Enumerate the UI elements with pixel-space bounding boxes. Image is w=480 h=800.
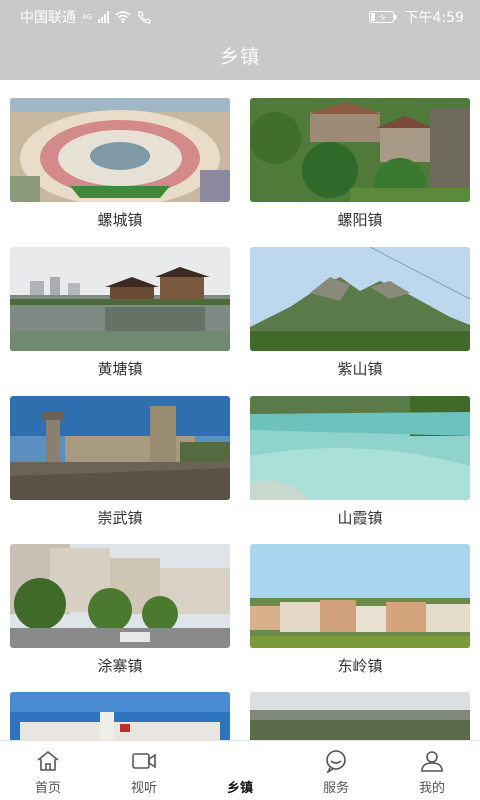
town-card-10[interactable] (250, 692, 470, 740)
town-card-luoyang[interactable]: 螺阳镇 (250, 98, 470, 230)
town-card-zishan[interactable]: 紫山镇 (250, 247, 470, 379)
town-name: 螺阳镇 (337, 211, 383, 229)
call-icon (138, 10, 151, 24)
page-title: 乡镇 (219, 46, 260, 68)
town-photo (10, 544, 230, 648)
town-name: 螺城镇 (97, 211, 143, 229)
battery-icon (368, 11, 397, 23)
town-photo (250, 247, 470, 351)
town-photo (250, 544, 470, 648)
town-name: 紫山镇 (337, 360, 383, 378)
tab-label: 我的 (418, 781, 445, 796)
user-icon (421, 751, 443, 772)
home-icon (37, 750, 59, 771)
carrier-name: 中国联通 (20, 10, 76, 26)
top-header: 中国联通 4G 下午4:59 乡镇 (0, 0, 480, 80)
tab-home[interactable]: 首页 (0, 741, 96, 800)
tab-video[interactable]: 视听 (96, 741, 192, 800)
tab-service[interactable]: 服务 (288, 741, 384, 800)
town-photo (250, 692, 470, 740)
chat-icon (326, 750, 346, 773)
town-photo (10, 396, 230, 500)
town-name: 涂寨镇 (97, 657, 143, 675)
town-photo (10, 247, 230, 351)
town-card-9[interactable] (10, 692, 230, 740)
town-card-luocheng[interactable]: 螺城镇 (10, 98, 230, 230)
wifi-icon (115, 11, 131, 23)
network-type: 4G (82, 13, 92, 21)
signal-icon (97, 11, 109, 23)
town-name: 黄塘镇 (97, 360, 143, 378)
tab-town[interactable]: 乡镇 (192, 741, 288, 800)
town-icon (227, 749, 253, 773)
town-name: 山霞镇 (337, 509, 383, 527)
tab-label: 视听 (130, 781, 157, 796)
town-photo (10, 692, 230, 740)
town-card-shanxia[interactable]: 山霞镇 (250, 396, 470, 528)
tab-label: 首页 (34, 781, 61, 796)
status-bar: 中国联通 4G 下午4:59 (0, 0, 480, 32)
status-right: 下午4:59 (368, 7, 464, 27)
town-name: 崇武镇 (97, 509, 143, 527)
status-left: 中国联通 4G (20, 7, 151, 27)
town-photo (250, 396, 470, 500)
town-name: 东岭镇 (337, 657, 383, 675)
tab-label: 乡镇 (226, 781, 253, 796)
clock-time: 下午4:59 (404, 10, 464, 26)
town-card-huangtang[interactable]: 黄塘镇 (10, 247, 230, 379)
town-card-chongwu[interactable]: 崇武镇 (10, 396, 230, 528)
video-icon (132, 753, 156, 769)
tab-mine[interactable]: 我的 (384, 741, 480, 800)
app-root: 中国联通 4G 下午4:59 乡镇 螺城镇 螺阳镇 黄塘镇 紫山镇 崇武镇 山霞… (0, 0, 480, 800)
town-grid[interactable]: 螺城镇 螺阳镇 黄塘镇 紫山镇 崇武镇 山霞镇 涂寨镇 东岭镇 (0, 80, 480, 740)
town-photo (250, 98, 470, 202)
tab-label: 服务 (322, 781, 349, 796)
town-photo (10, 98, 230, 202)
town-card-tuzhai[interactable]: 涂寨镇 (10, 544, 230, 676)
town-card-dongling[interactable]: 东岭镇 (250, 544, 470, 676)
bottom-tab-bar: 首页 视听 乡镇 服务 我的 (0, 740, 480, 800)
